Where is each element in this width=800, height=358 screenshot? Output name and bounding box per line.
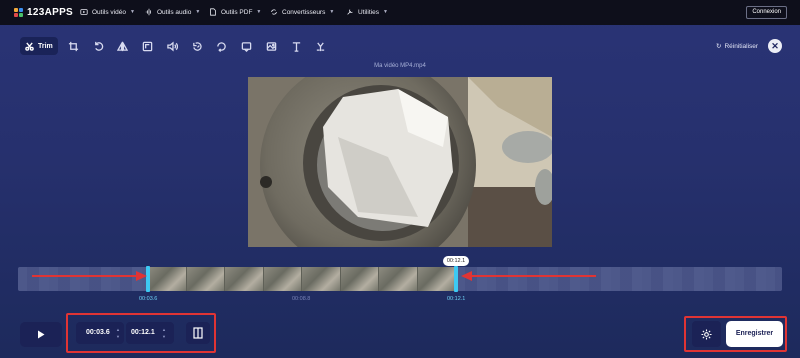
login-button[interactable]: Connexion [746, 6, 787, 19]
mid-time-label: 00:08.8 [292, 296, 311, 302]
text-tool[interactable] [289, 39, 303, 53]
top-nav: 123APPS Outils vidéo ▼ Outils audio ▼ Ou… [0, 0, 800, 25]
decrement-icon[interactable]: ▼ [162, 334, 166, 339]
chevron-down-icon: ▼ [129, 9, 135, 15]
play-button[interactable] [20, 322, 62, 347]
end-time-label: 00:12.1 [447, 296, 466, 302]
stabilize-icon [241, 41, 251, 52]
file-name: Ma vidéo MP4.mp4 [374, 63, 426, 69]
timeline-frame [379, 267, 418, 291]
chevron-down-icon: ▼ [329, 9, 335, 15]
increment-icon[interactable]: ▲ [162, 327, 166, 332]
nav-utilities[interactable]: Utilities ▼ [346, 8, 388, 16]
decrement-icon[interactable]: ▼ [116, 334, 120, 339]
save-button[interactable]: Enregistrer [726, 321, 783, 347]
video-preview [248, 77, 552, 247]
text-icon [292, 41, 300, 52]
loop-tool[interactable] [214, 39, 228, 53]
resize-tool[interactable] [140, 39, 154, 53]
scissors-icon [25, 41, 34, 51]
play-icon [38, 330, 45, 339]
nav-video-tools[interactable]: Outils vidéo ▼ [80, 8, 135, 16]
timeline-frame [148, 267, 187, 291]
more-tool[interactable] [313, 39, 327, 53]
image-icon [266, 41, 276, 51]
volume-icon [166, 40, 178, 52]
settings-button[interactable] [692, 321, 721, 347]
speed-tool[interactable] [190, 39, 204, 53]
more-icon [316, 41, 324, 51]
nav-label: Convertisseurs [282, 8, 326, 16]
nav-label: Outils audio [157, 8, 192, 16]
nav-audio-tools[interactable]: Outils audio ▼ [145, 8, 200, 16]
timeline-frame [340, 267, 379, 291]
nav-converters[interactable]: Convertisseurs ▼ [270, 8, 334, 16]
nav-label: Utilities [358, 8, 379, 16]
trim-label: Trim [38, 42, 53, 50]
rotate-icon [94, 41, 103, 51]
close-icon: ✕ [771, 41, 779, 51]
reset-label: Réinitialiser [724, 42, 759, 50]
start-time-value: 00:03.6 [86, 329, 110, 336]
audio-icon [145, 8, 151, 16]
video-frame-image [248, 77, 552, 247]
loop-icon [216, 41, 226, 52]
rotate-tool[interactable] [91, 39, 105, 53]
resize-icon [142, 41, 152, 51]
close-button[interactable]: ✕ [768, 39, 782, 53]
timeline-frame [263, 267, 302, 291]
crop-tool[interactable] [66, 39, 80, 53]
timeline-frame [186, 267, 225, 291]
timeline-selected-frames [148, 267, 456, 291]
arrow-left-annotation [461, 271, 596, 281]
trim-tool[interactable]: Trim [20, 37, 58, 55]
split-button[interactable] [186, 322, 210, 344]
split-icon [193, 327, 203, 339]
nav-label: Outils vidéo [92, 8, 126, 16]
start-time-field[interactable]: 00:03.6 ▲ ▼ [76, 322, 124, 344]
video-icon [80, 9, 88, 15]
end-time-field[interactable]: 00:12.1 ▲ ▼ [126, 322, 174, 344]
increment-icon[interactable]: ▲ [116, 327, 120, 332]
volume-tool[interactable] [165, 39, 179, 53]
start-time-label: 00:03.6 [139, 296, 158, 302]
chevron-down-icon: ▼ [382, 9, 388, 15]
flip-tool[interactable] [115, 39, 129, 53]
nav-pdf-tools[interactable]: Outils PDF ▼ [209, 8, 261, 16]
arrow-right-annotation [32, 271, 147, 281]
flip-icon [116, 40, 128, 51]
logo[interactable]: 123APPS [14, 7, 73, 18]
logo-icon [14, 8, 23, 17]
utilities-icon [347, 9, 353, 15]
reset-icon: ↻ [716, 43, 722, 50]
end-time-value: 00:12.1 [131, 329, 155, 336]
chevron-down-icon: ▼ [195, 9, 201, 15]
timeline-frame [417, 267, 456, 291]
chevron-down-icon: ▼ [256, 9, 262, 15]
brand-name: 123APPS [27, 7, 74, 18]
convert-icon [271, 9, 277, 15]
crop-icon [68, 41, 78, 51]
speed-icon [192, 41, 202, 51]
reset-button[interactable]: ↻ Réinitialiser [716, 42, 759, 51]
timeline-frame [302, 267, 341, 291]
timeline-frame [225, 267, 264, 291]
pdf-icon [210, 8, 216, 16]
stabilize-tool[interactable] [239, 39, 253, 53]
playhead-time-badge: 00:12.1 [443, 256, 469, 266]
nav-label: Outils PDF [221, 8, 253, 16]
gear-icon [701, 328, 712, 340]
image-tool[interactable] [264, 39, 278, 53]
